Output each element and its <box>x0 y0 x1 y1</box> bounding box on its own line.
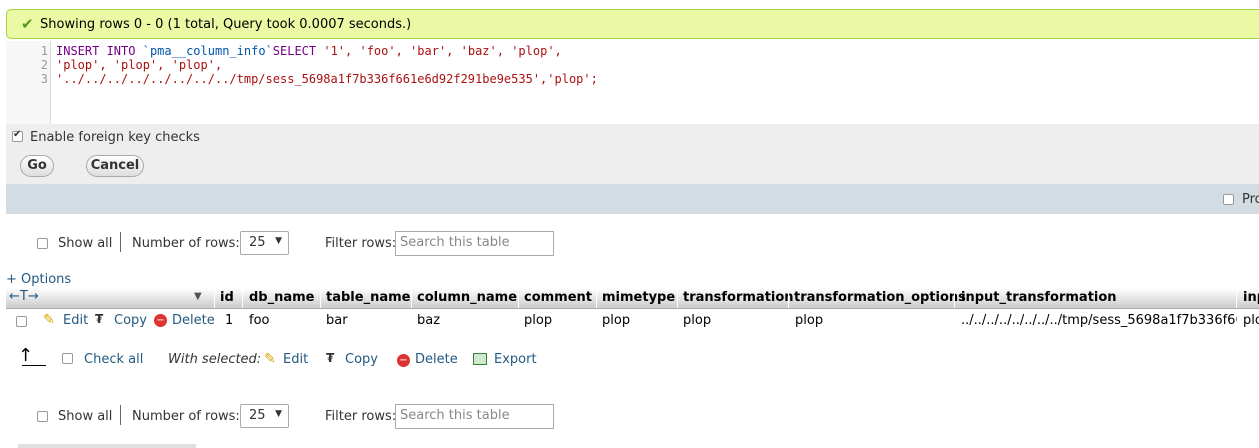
delete-icon[interactable]: − <box>397 354 410 367</box>
sort-dropdown-icon[interactable]: ▼ <box>194 291 202 302</box>
copy-icon[interactable]: ₮ <box>95 312 103 326</box>
column-header-column-name[interactable]: column_name <box>417 290 517 305</box>
arrow-up-left-icon: ↑ <box>18 345 34 366</box>
line-number: 3 <box>40 72 48 86</box>
export-icon[interactable] <box>473 353 487 365</box>
divider <box>120 232 121 252</box>
bulk-copy-link[interactable]: Copy <box>345 352 378 367</box>
sql-query-display[interactable]: 1 2 3 INSERT INTO `pma__column_info`SELE… <box>6 41 1259 124</box>
copy-icon[interactable]: ₮ <box>326 351 334 365</box>
column-arrows-icon[interactable]: ←T→ <box>9 289 39 304</box>
profiling-label: Pro <box>1242 192 1259 207</box>
cell-table-name: bar <box>326 313 348 328</box>
number-of-rows-value-bottom: 25 <box>249 408 266 423</box>
column-header-db-name[interactable]: db_name <box>249 290 315 305</box>
column-header-comment[interactable]: comment <box>524 290 592 305</box>
dropdown-arrow-icon: ▼ <box>275 409 282 419</box>
filter-rows-label: Filter rows: <box>325 236 397 251</box>
row-copy-link[interactable]: Copy <box>114 313 147 328</box>
check-all-link[interactable]: Check all <box>84 352 143 367</box>
number-of-rows-label-bottom: Number of rows: <box>132 409 240 424</box>
filter-rows-input-bottom[interactable]: Search this table <box>395 404 554 429</box>
column-header-input-transformation-options[interactable]: inp <box>1243 290 1259 305</box>
table-header-row: ←T→ ▼ id db_name table_name column_name … <box>6 288 1259 309</box>
go-button[interactable]: Go <box>20 155 54 177</box>
arrow-line <box>22 365 46 366</box>
row-checkbox[interactable] <box>16 316 27 327</box>
foreign-key-checkbox[interactable] <box>12 129 23 142</box>
with-selected-label: With selected: <box>168 352 262 367</box>
column-header-id[interactable]: id <box>220 290 234 305</box>
bottom-panel-edge <box>18 444 196 448</box>
show-all-checkbox[interactable] <box>37 238 48 249</box>
profiling-checkbox[interactable] <box>1223 194 1234 205</box>
number-of-rows-select[interactable]: 25 ▼ <box>240 231 289 255</box>
cell-column-name: baz <box>417 313 441 328</box>
success-message: ✔ Showing rows 0 - 0 (1 total, Query too… <box>6 9 1259 39</box>
options-link[interactable]: + Options <box>6 272 71 287</box>
row-delete-link[interactable]: Delete <box>172 313 215 328</box>
line-number: 1 <box>40 44 48 58</box>
sql-line-1: INSERT INTO `pma__column_info`SELECT '1'… <box>56 44 562 58</box>
filter-rows-input[interactable]: Search this table <box>395 231 554 256</box>
bulk-edit-link[interactable]: Edit <box>283 352 308 367</box>
column-header-transformation[interactable]: transformation <box>683 290 794 305</box>
cell-transformation-options: plop <box>795 313 824 328</box>
cell-db-name: foo <box>249 313 270 328</box>
cancel-button[interactable]: Cancel <box>86 155 144 177</box>
profiling-bar: Pro <box>6 184 1259 214</box>
column-header-input-transformation[interactable]: input_transformation <box>961 290 1117 305</box>
cell-transformation: plop <box>683 313 712 328</box>
bulk-delete-link[interactable]: Delete <box>415 352 458 367</box>
pencil-icon[interactable]: ✎ <box>264 351 276 367</box>
sql-keyword: INSERT INTO <box>56 44 136 58</box>
column-header-table-name[interactable]: table_name <box>326 290 410 305</box>
success-message-text: Showing rows 0 - 0 (1 total, Query took … <box>40 17 412 32</box>
number-of-rows-label: Number of rows: <box>132 236 240 251</box>
row-edit-link[interactable]: Edit <box>63 313 88 328</box>
show-all-checkbox-bottom[interactable] <box>37 411 48 422</box>
cell-input-transformation-options: plo <box>1243 313 1259 328</box>
foreign-key-label: Enable foreign key checks <box>30 130 200 145</box>
cell-id: 1 <box>225 313 234 328</box>
show-all-label-bottom: Show all <box>58 409 113 424</box>
pencil-icon[interactable]: ✎ <box>43 312 55 328</box>
dropdown-arrow-icon: ▼ <box>275 236 282 246</box>
column-header-mimetype[interactable]: mimetype <box>602 290 675 305</box>
checkmark-icon: ✔ <box>21 15 34 33</box>
show-all-label: Show all <box>58 236 113 251</box>
number-of-rows-select-bottom[interactable]: 25 ▼ <box>240 404 289 428</box>
column-header-transformation-options[interactable]: transformation_options <box>794 290 966 305</box>
delete-icon[interactable]: − <box>154 314 167 327</box>
sql-keyword: SELECT <box>272 44 317 58</box>
filter-rows-label-bottom: Filter rows: <box>325 409 397 424</box>
line-number: 2 <box>40 58 48 72</box>
number-of-rows-value: 25 <box>249 235 266 250</box>
cell-input-transformation: ../../../../../../../../tmp/sess_5698a1f… <box>961 313 1237 328</box>
sql-identifier: `pma__column_info` <box>142 44 273 58</box>
sql-line-3: '../../../../../../../../tmp/sess_5698a1… <box>56 72 598 86</box>
divider <box>120 405 121 425</box>
cell-comment: plop <box>524 313 553 328</box>
sql-values: '1', 'foo', 'bar', 'baz', 'plop', <box>316 44 562 58</box>
check-all-checkbox[interactable] <box>62 353 73 364</box>
sql-line-2: 'plop', 'plop', 'plop', <box>56 58 223 72</box>
query-options-panel: Enable foreign key checks Go Cancel <box>6 124 1259 184</box>
cell-mimetype: plop <box>602 313 631 328</box>
bulk-export-link[interactable]: Export <box>494 352 537 367</box>
